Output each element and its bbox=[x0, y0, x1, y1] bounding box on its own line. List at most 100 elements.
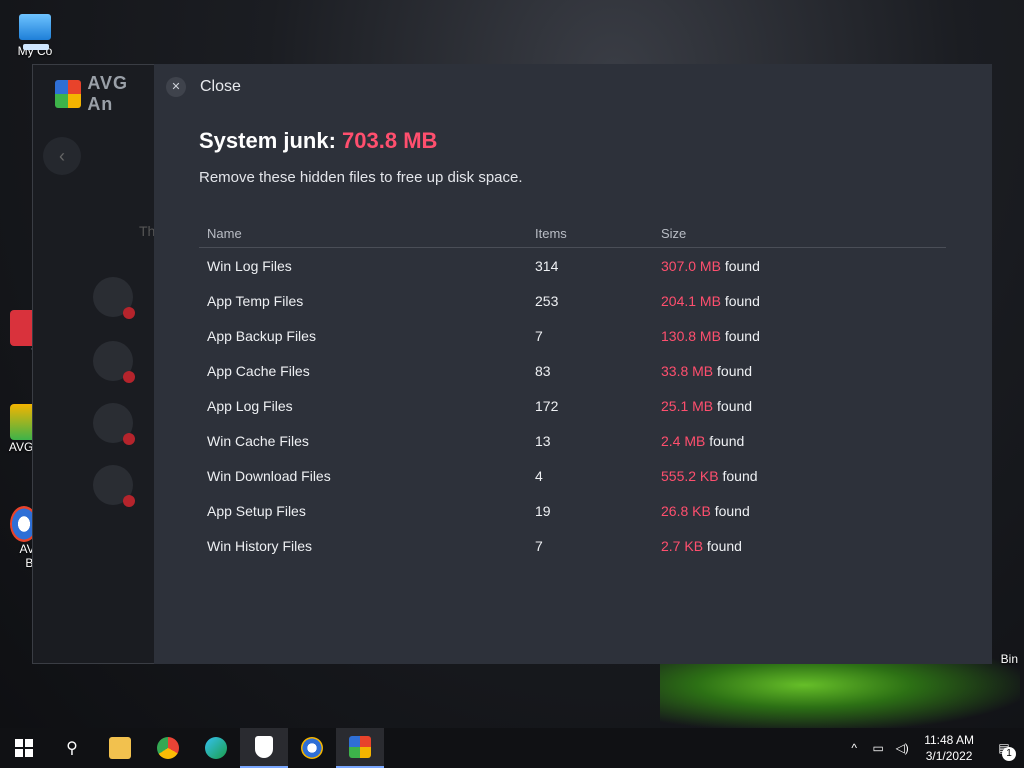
close-button[interactable]: ✕ Close bbox=[166, 77, 241, 97]
row-name: App Setup Files bbox=[207, 502, 306, 519]
size-value: 130.8 MB bbox=[661, 327, 721, 344]
table-row[interactable]: Win Log Files 314 307.0 MB found bbox=[199, 248, 946, 283]
chevron-up-icon[interactable]: ^ bbox=[842, 741, 866, 755]
wrench-icon[interactable] bbox=[93, 465, 135, 507]
size-suffix: found bbox=[709, 432, 745, 449]
row-items: 83 bbox=[535, 362, 551, 379]
start-button[interactable] bbox=[0, 728, 48, 768]
row-name: App Cache Files bbox=[207, 362, 310, 379]
computer-icon bbox=[19, 14, 51, 50]
avg-app-button[interactable] bbox=[336, 728, 384, 768]
back-arrow-icon[interactable]: ‹ bbox=[43, 137, 81, 175]
copy-icon[interactable] bbox=[93, 403, 135, 445]
clock-date: 3/1/2022 bbox=[925, 749, 973, 763]
size-value: 307.0 MB bbox=[661, 257, 721, 274]
grid-icon[interactable] bbox=[93, 341, 135, 383]
avg-browser-button[interactable] bbox=[288, 728, 336, 768]
size-value: 2.7 KB bbox=[661, 537, 704, 554]
size-value: 555.2 KB bbox=[661, 467, 719, 484]
avg-logo-icon bbox=[55, 80, 82, 108]
table-row[interactable]: Win History Files 7 2.7 KB found bbox=[199, 528, 946, 563]
close-icon[interactable]: ✕ bbox=[166, 77, 186, 97]
volume-icon[interactable]: ◁) bbox=[890, 741, 914, 755]
size-suffix: found bbox=[724, 257, 760, 274]
size-suffix: found bbox=[724, 292, 760, 309]
column-header-items: Items bbox=[535, 226, 567, 241]
edge-icon bbox=[205, 737, 227, 759]
alert-dot-icon bbox=[123, 495, 135, 507]
row-items: 7 bbox=[535, 327, 543, 344]
shield-icon bbox=[255, 736, 273, 758]
trash-icon[interactable] bbox=[93, 277, 135, 319]
row-size: 33.8 MB found bbox=[661, 363, 946, 379]
row-name: App Temp Files bbox=[207, 292, 304, 309]
size-suffix: found bbox=[722, 467, 758, 484]
size-value: 2.4 MB bbox=[661, 432, 706, 449]
row-name: Win Cache Files bbox=[207, 432, 309, 449]
file-explorer-button[interactable] bbox=[96, 728, 144, 768]
table-row[interactable]: App Temp Files 253 204.1 MB found bbox=[199, 283, 946, 318]
table-row[interactable]: App Setup Files 19 26.8 KB found bbox=[199, 493, 946, 528]
row-size: 2.4 MB found bbox=[661, 433, 946, 449]
size-suffix: found bbox=[724, 327, 760, 344]
notifications-button[interactable]: ▤ 1 bbox=[984, 728, 1024, 768]
row-items: 172 bbox=[535, 397, 559, 414]
row-size: 25.1 MB found bbox=[661, 398, 946, 414]
alert-dot-icon bbox=[123, 371, 135, 383]
clock[interactable]: 11:48 AM 3/1/2022 bbox=[914, 732, 984, 764]
row-items: 314 bbox=[535, 257, 559, 274]
size-suffix: found bbox=[717, 362, 753, 379]
windows-start-icon bbox=[15, 739, 33, 757]
table-row[interactable]: App Cache Files 83 33.8 MB found bbox=[199, 353, 946, 388]
search-button[interactable]: ⚲ bbox=[48, 728, 96, 768]
row-size: 555.2 KB found bbox=[661, 468, 946, 484]
size-value: 33.8 MB bbox=[661, 362, 714, 379]
page-title: System junk: 703.8 MB bbox=[199, 128, 437, 154]
size-value: 25.1 MB bbox=[661, 397, 714, 414]
size-suffix: found bbox=[714, 502, 750, 519]
title-prefix: System junk: bbox=[199, 128, 343, 153]
table-row[interactable]: App Backup Files 7 130.8 MB found bbox=[199, 318, 946, 353]
size-suffix: found bbox=[717, 397, 753, 414]
desktop-icon-recycle-bin[interactable]: Bin bbox=[1001, 652, 1018, 666]
close-label: Close bbox=[200, 78, 241, 95]
row-size: 204.1 MB found bbox=[661, 293, 946, 309]
row-size: 307.0 MB found bbox=[661, 258, 946, 274]
junk-table: Name Items Size Win Log Files 314 307.0 … bbox=[199, 220, 946, 563]
title-amount: 703.8 MB bbox=[342, 128, 438, 153]
system-tray: ^ ▭ ◁) 11:48 AM 3/1/2022 ▤ 1 bbox=[842, 728, 1024, 768]
row-items: 4 bbox=[535, 467, 543, 484]
row-items: 253 bbox=[535, 292, 559, 309]
edge-button[interactable] bbox=[192, 728, 240, 768]
row-name: Win History Files bbox=[207, 537, 313, 554]
desktop-icon-my-computer[interactable]: My Co bbox=[0, 8, 70, 58]
file-explorer-icon bbox=[109, 737, 131, 759]
column-header-name: Name bbox=[207, 226, 242, 241]
alert-dot-icon bbox=[123, 307, 135, 319]
avg-browser-icon bbox=[301, 737, 323, 759]
row-name: App Log Files bbox=[207, 397, 293, 414]
row-items: 13 bbox=[535, 432, 551, 449]
row-items: 7 bbox=[535, 537, 543, 554]
row-name: App Backup Files bbox=[207, 327, 316, 344]
alert-dot-icon bbox=[123, 433, 135, 445]
chrome-button[interactable] bbox=[144, 728, 192, 768]
row-size: 130.8 MB found bbox=[661, 328, 946, 344]
chrome-icon bbox=[157, 737, 179, 759]
table-row[interactable]: Win Cache Files 13 2.4 MB found bbox=[199, 423, 946, 458]
taskbar: ⚲ ^ ▭ ◁) 11:48 AM 3/1/2022 ▤ 1 bbox=[0, 728, 1024, 768]
row-name: Win Download Files bbox=[207, 467, 331, 484]
row-name: Win Log Files bbox=[207, 257, 292, 274]
security-button[interactable] bbox=[240, 728, 288, 768]
avg-logo-text: AVG An bbox=[87, 73, 128, 114]
search-icon: ⚲ bbox=[66, 740, 78, 757]
size-suffix: found bbox=[706, 537, 742, 554]
table-row[interactable]: Win Download Files 4 555.2 KB found bbox=[199, 458, 946, 493]
page-subtitle: Remove these hidden files to free up dis… bbox=[199, 169, 523, 186]
table-row[interactable]: App Log Files 172 25.1 MB found bbox=[199, 388, 946, 423]
network-icon[interactable]: ▭ bbox=[866, 741, 890, 755]
row-size: 2.7 KB found bbox=[661, 538, 946, 554]
size-value: 204.1 MB bbox=[661, 292, 721, 309]
column-header-size: Size bbox=[661, 226, 687, 241]
app-section-heading: Th bbox=[139, 223, 156, 239]
